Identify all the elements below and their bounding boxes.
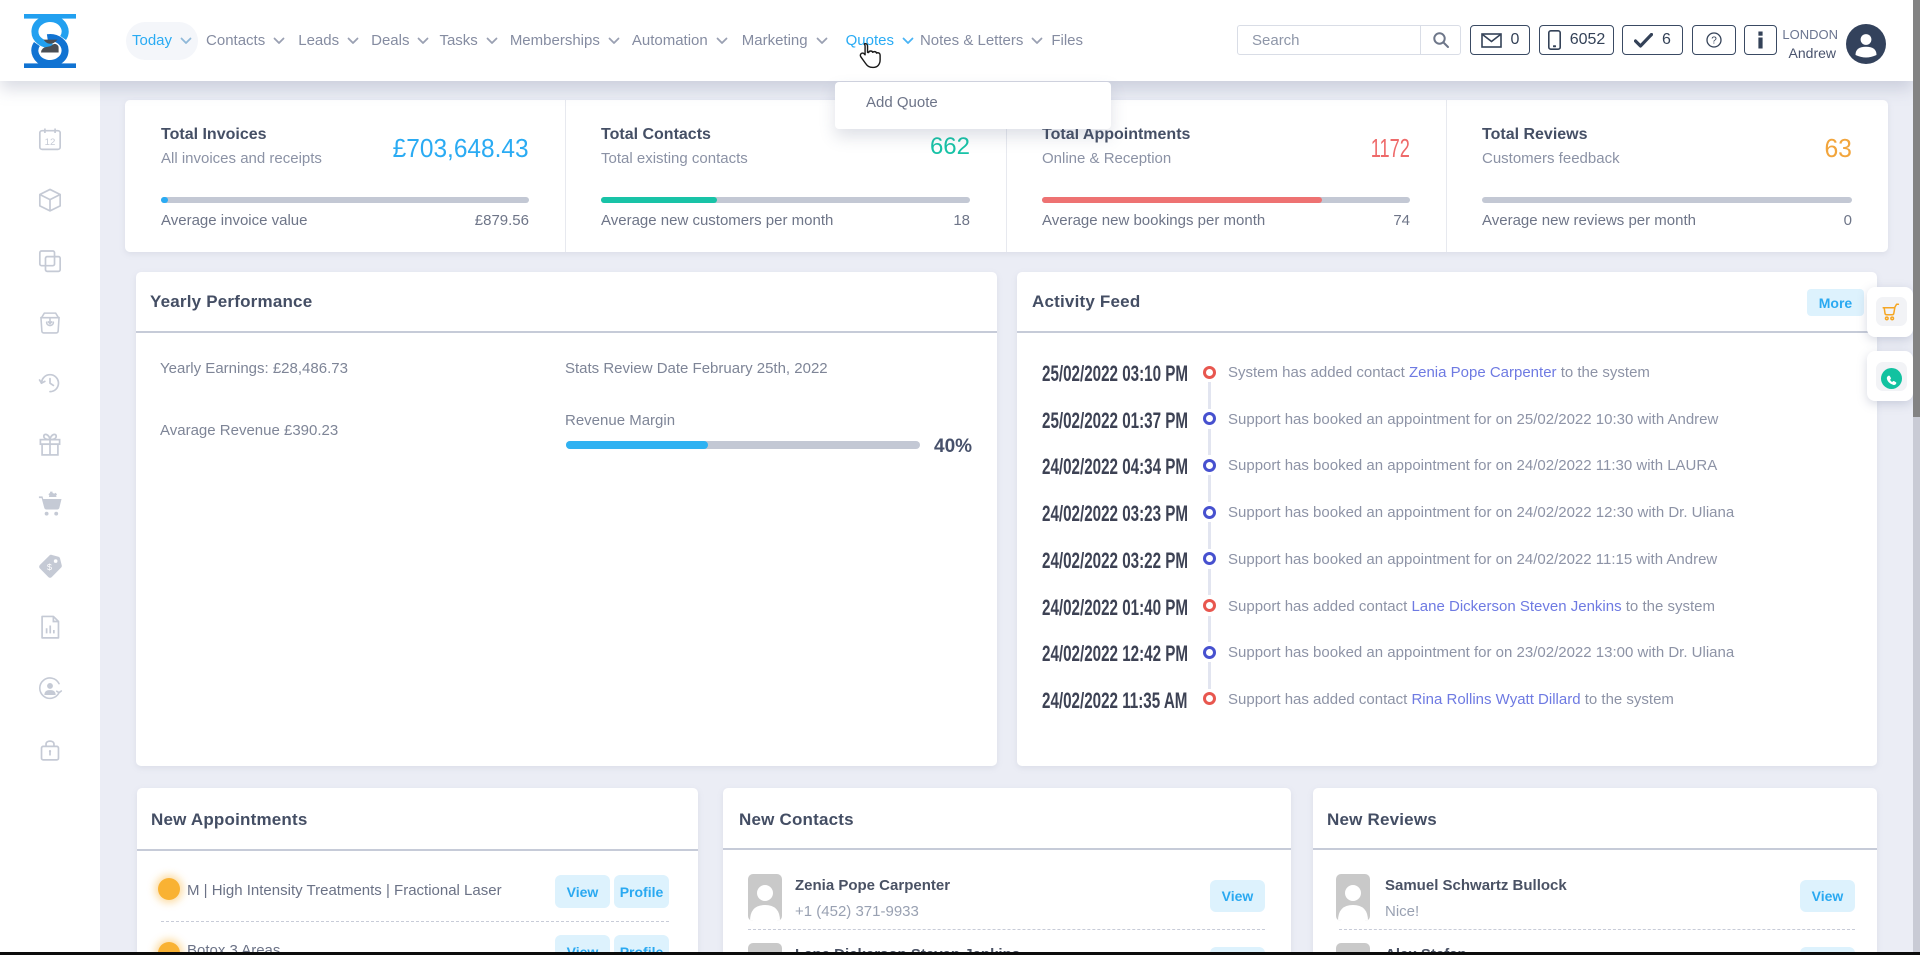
svg-text:$: $ <box>47 562 53 572</box>
svg-text:12: 12 <box>45 137 56 148</box>
